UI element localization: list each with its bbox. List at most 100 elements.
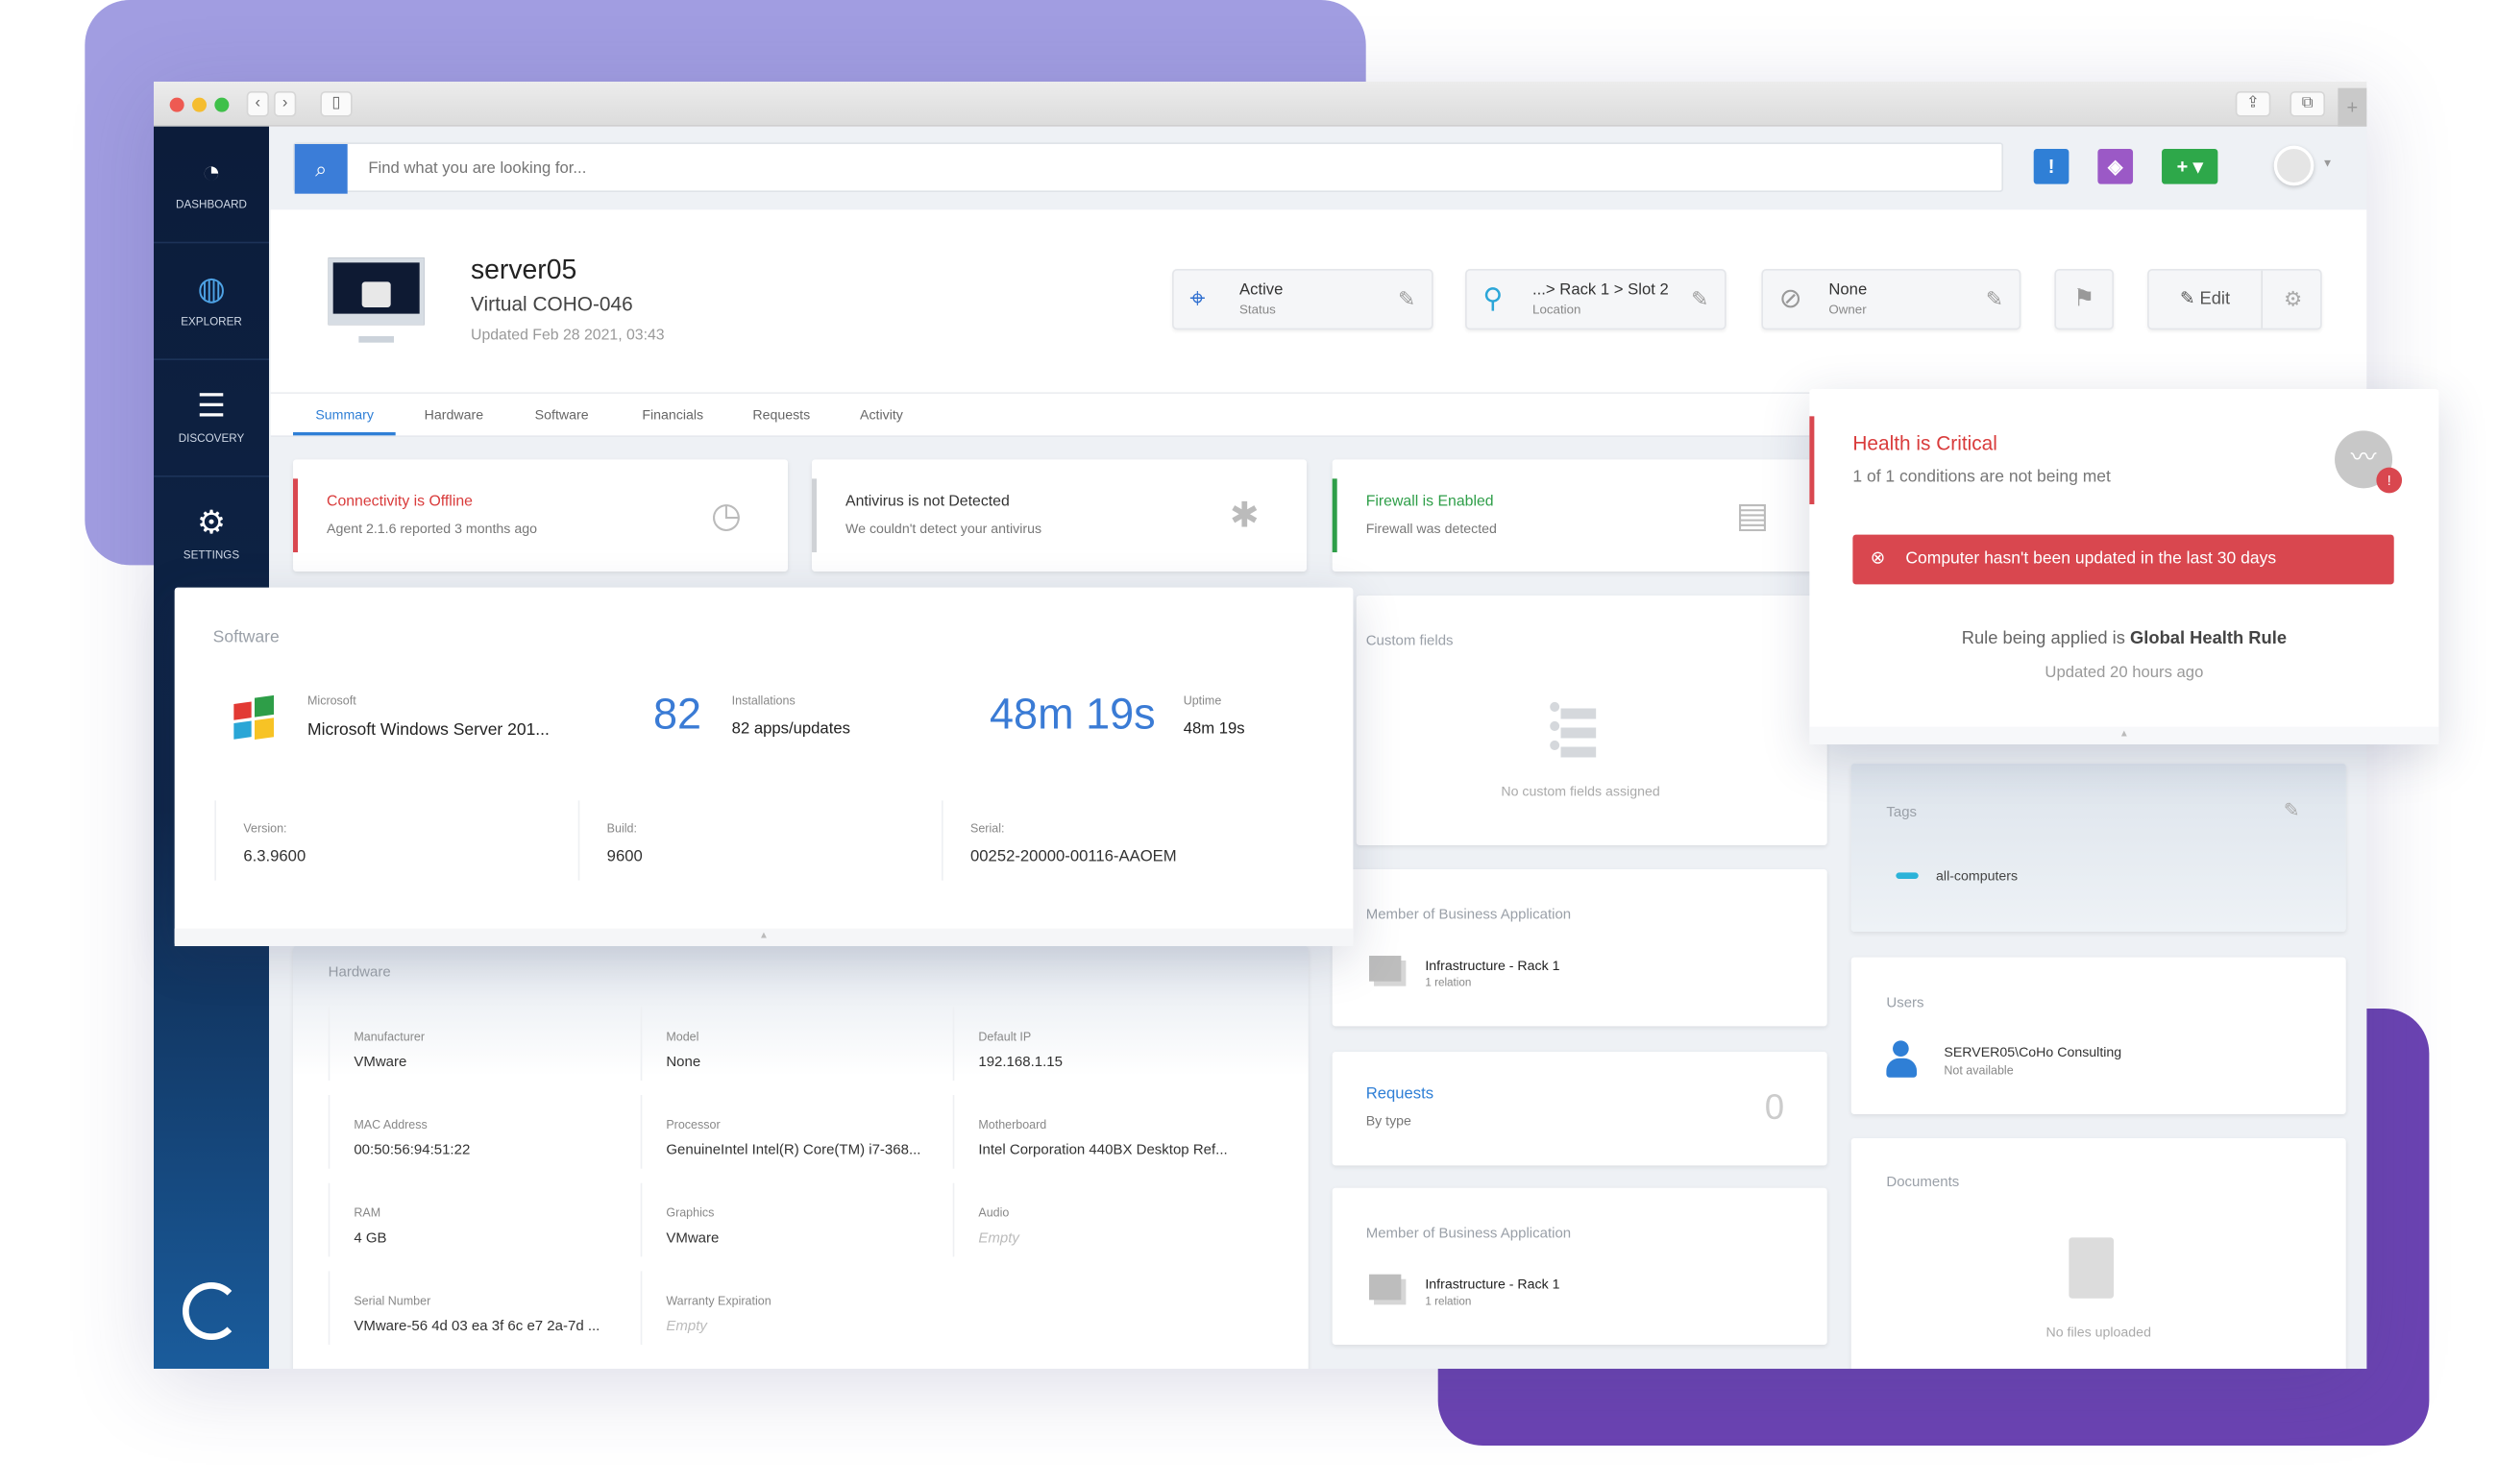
edit-icon[interactable]: ✎ — [1986, 286, 2003, 312]
chevron-left-icon[interactable]: ‹ — [246, 91, 270, 117]
hardware-field: Graphics VMware — [640, 1182, 945, 1257]
location-label: Location — [1532, 303, 1581, 318]
edit-icon[interactable]: ✎ — [1691, 286, 1708, 312]
tag-item[interactable]: all-computers — [1936, 867, 2018, 884]
hardware-field: Warranty Expiration Empty — [640, 1271, 945, 1346]
edit-button[interactable]: ✎ Edit — [2149, 270, 2264, 328]
edit-icon[interactable]: ✎ — [2284, 799, 2300, 821]
hardware-field: Processor GenuineIntel Intel(R) Core(TM)… — [640, 1095, 945, 1169]
sidebar-item-label: EXPLORER — [181, 317, 242, 328]
users-card: Users SERVER05\CoHo Consulting Not avail… — [1850, 957, 2346, 1115]
crosshair-icon: ⌖ — [1189, 283, 1206, 314]
sidebar-item-dashboard[interactable]: ◔ DASHBOARD — [154, 127, 270, 244]
gauge-icon: ◔ — [201, 155, 222, 191]
status-card[interactable]: Connectivity is Offline Agent 2.1.6 repo… — [293, 459, 789, 572]
software-detail: Version: 6.3.9600 — [214, 800, 567, 881]
status-indicator — [812, 478, 818, 553]
business-app-card: Member of Business Application Infrastru… — [1332, 869, 1827, 1027]
collapse-caret-icon[interactable]: ▲ — [174, 928, 1354, 947]
close-window-button[interactable] — [169, 97, 184, 112]
duplicate-icon[interactable]: ⧉ — [2290, 91, 2326, 117]
rule-name[interactable]: Global Health Rule — [2130, 629, 2287, 648]
field-label: Graphics — [666, 1205, 715, 1221]
title-bar: ‹ › ▯ ⇪ ⧉ + — [154, 82, 2367, 127]
bug-icon: ✱ — [1230, 495, 1260, 535]
software-title: Software — [212, 627, 280, 647]
edit-icon[interactable]: ✎ — [1398, 286, 1415, 312]
chevron-right-icon[interactable]: › — [274, 91, 297, 117]
sidebar-item-label: SETTINGS — [183, 550, 240, 563]
requests-link[interactable]: Requests — [1366, 1085, 1433, 1103]
chevron-down-icon[interactable]: ▼ — [2322, 158, 2334, 170]
updated-timestamp: Updated Feb 28 2021, 03:43 — [471, 327, 665, 345]
search-icon[interactable]: ⌕ — [294, 144, 348, 194]
sidebar-item-settings[interactable]: ⚙ SETTINGS — [154, 477, 269, 595]
tab-financials[interactable]: Financials — [642, 406, 703, 423]
status-value: Active — [1239, 281, 1284, 300]
field-label: Model — [666, 1029, 699, 1044]
status-card[interactable]: Firewall is Enabled Firewall was detecte… — [1332, 459, 1813, 572]
field-value: VMware-56 4d 03 ea 3f 6c e7 2a-7d ... — [354, 1317, 600, 1334]
health-rule: Rule being applied is Global Health Rule — [1809, 629, 2438, 648]
collapse-caret-icon[interactable]: ▲ — [1809, 726, 2439, 745]
status-indicator — [293, 478, 299, 553]
tab-software[interactable]: Software — [535, 406, 589, 423]
status-card[interactable]: Antivirus is not Detected We couldn't de… — [812, 459, 1308, 572]
tag-icon[interactable]: ◈ — [2097, 149, 2134, 184]
owner-chip[interactable]: ⊘ None Owner ✎ — [1761, 269, 2021, 330]
flag-button[interactable]: ⚑ — [2054, 269, 2115, 330]
field-value: 4 GB — [354, 1229, 387, 1246]
health-indicator — [1809, 416, 1815, 505]
sidebar-item-discovery[interactable]: ☰ DISCOVERY — [154, 360, 270, 477]
monitor-stand — [358, 336, 395, 343]
rule-prefix: Rule being applied is — [1961, 629, 2131, 649]
share-icon[interactable]: ⇪ — [2235, 91, 2271, 117]
tags-title: Tags — [1886, 803, 1918, 820]
error-circle-icon: ⊗ — [1870, 548, 1886, 569]
asset-subtitle: Virtual COHO-046 — [471, 293, 633, 316]
search-input[interactable] — [368, 144, 1971, 194]
users-title: Users — [1886, 994, 1924, 1010]
sidebar-item-explorer[interactable]: ◍ EXPLORER — [154, 243, 270, 361]
user-icon-body — [1886, 1058, 1918, 1078]
plus-icon[interactable]: + — [2338, 87, 2367, 127]
business-app-name[interactable]: Infrastructure - Rack 1 — [1425, 1276, 1559, 1292]
business-app-name[interactable]: Infrastructure - Rack 1 — [1425, 958, 1559, 974]
status-chip[interactable]: ⌖ Active Status ✎ — [1172, 269, 1433, 330]
maximize-window-button[interactable] — [214, 97, 230, 112]
custom-fields-title: Custom fields — [1365, 632, 1454, 649]
user-name[interactable]: SERVER05\CoHo Consulting — [1944, 1044, 2121, 1060]
hardware-card: Hardware Manufacturer VMware Model None … — [293, 946, 1309, 1370]
status-card-title: Antivirus is not Detected — [845, 493, 1010, 511]
field-label: Default IP — [978, 1029, 1032, 1044]
field-value: 192.168.1.15 — [978, 1053, 1063, 1070]
sidebar-toggle-icon[interactable]: ▯ — [320, 91, 353, 117]
exclamation-icon[interactable]: ! — [2033, 149, 2069, 184]
tab-hardware[interactable]: Hardware — [425, 406, 483, 423]
detail-label: Build: — [606, 821, 637, 837]
tags-card: Tags ✎ all-computers — [1850, 764, 2346, 933]
hardware-field: Motherboard Intel Corporation 440BX Desk… — [952, 1095, 1258, 1169]
computer-icon — [328, 257, 425, 326]
tab-activity[interactable]: Activity — [860, 406, 903, 423]
hardware-field: MAC Address 00:50:56:94:51:22 — [328, 1095, 633, 1169]
uptime-big: 48m 19s — [990, 690, 1156, 739]
requests-card[interactable]: Requests By type 0 — [1332, 1052, 1827, 1166]
location-chip[interactable]: ⚲ ...> Rack 1 > Slot 2 Location ✎ — [1465, 269, 1727, 330]
hardware-title: Hardware — [328, 963, 391, 981]
tab-requests[interactable]: Requests — [752, 406, 810, 423]
user-avatar-icon[interactable] — [2273, 145, 2314, 186]
detail-label: Version: — [243, 821, 287, 837]
software-detail: Serial: 00252-20000-00116-AAOEM — [942, 800, 1294, 881]
health-subtitle: 1 of 1 conditions are not being met — [1852, 467, 2111, 487]
business-app-title: Member of Business Application — [1365, 1225, 1572, 1241]
add-button[interactable]: + ▾ — [2162, 149, 2218, 184]
business-app-relation: 1 relation — [1425, 1297, 1472, 1308]
sidebar-item-label: DISCOVERY — [178, 433, 245, 446]
status-card-subtitle: We couldn't detect your antivirus — [845, 520, 1042, 537]
hardware-field: Default IP 192.168.1.15 — [952, 1007, 1258, 1082]
gear-icon[interactable]: ⚙ — [2263, 271, 2323, 328]
tab-summary[interactable]: Summary — [315, 406, 374, 423]
minimize-window-button[interactable] — [192, 97, 208, 112]
hardware-field: Model None — [640, 1007, 945, 1082]
